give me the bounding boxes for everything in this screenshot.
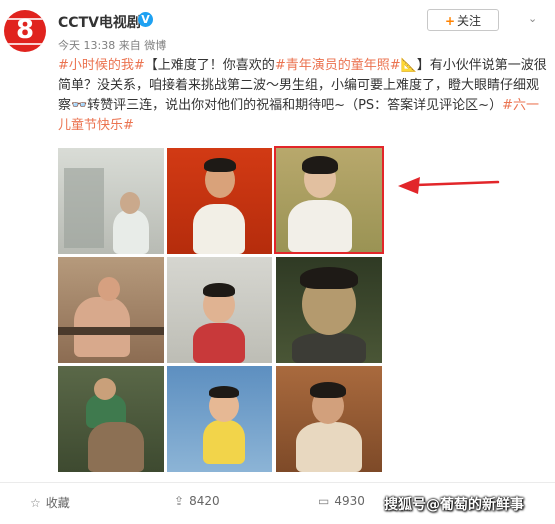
verified-badge-icon: V (138, 12, 153, 27)
photo-thumbnail[interactable] (58, 148, 164, 254)
photo-thumbnail[interactable] (167, 366, 272, 472)
post-source[interactable]: 微博 (144, 39, 166, 52)
hashtag-link[interactable]: #小时候的我# (58, 58, 145, 73)
repost-icon: ⇪ (174, 494, 185, 508)
photo-thumbnail[interactable] (276, 257, 382, 363)
post-text-segment: 【上难度了！你喜欢的 (144, 58, 275, 73)
photo-thumbnail[interactable] (276, 366, 382, 472)
favorite-button[interactable]: ☆ 收藏 (30, 494, 70, 511)
repost-count: 8420 (189, 494, 220, 508)
red-arrow-icon (398, 177, 500, 194)
avatar-logo-number: 8 (15, 15, 35, 45)
footer-divider (0, 482, 555, 483)
plus-icon: + (444, 14, 456, 28)
highlight-box (274, 146, 384, 254)
follow-button-label: 关注 (457, 14, 482, 28)
repost-button[interactable]: ⇪ 8420 (174, 494, 220, 508)
post-time: 今天 13:38 (58, 39, 116, 52)
photo-thumbnail[interactable] (167, 257, 272, 363)
chevron-down-icon[interactable]: ⌄ (528, 12, 537, 25)
post-body: #小时候的我#【上难度了！你喜欢的#青年演员的童年照#📐】有小伙伴说第一波很简单… (58, 56, 550, 136)
author-avatar[interactable]: 8 (4, 10, 46, 52)
photo-thumbnail[interactable] (167, 148, 272, 254)
comment-button[interactable]: ▭ 4930 (318, 494, 365, 508)
weibo-post-card: 8 CCTV电视剧 V 今天 13:38 来自 微博 + 关注 ⌄ #小时候的我#… (0, 0, 555, 524)
comment-count: 4930 (334, 494, 365, 508)
post-meta: 今天 13:38 来自 微博 (58, 37, 166, 53)
source-watermark: 搜狐号@葡萄的新鲜事 (384, 497, 524, 513)
comment-icon: ▭ (318, 494, 330, 508)
photo-thumbnail[interactable] (58, 366, 164, 472)
post-source-prefix: 来自 (118, 39, 141, 52)
photo-thumbnail[interactable] (58, 257, 164, 363)
favorite-label: 收藏 (45, 496, 70, 510)
follow-button[interactable]: + 关注 (427, 9, 499, 31)
hashtag-link[interactable]: #青年演员的童年照# (275, 58, 401, 73)
star-icon: ☆ (30, 496, 41, 510)
author-name[interactable]: CCTV电视剧 (58, 12, 141, 32)
